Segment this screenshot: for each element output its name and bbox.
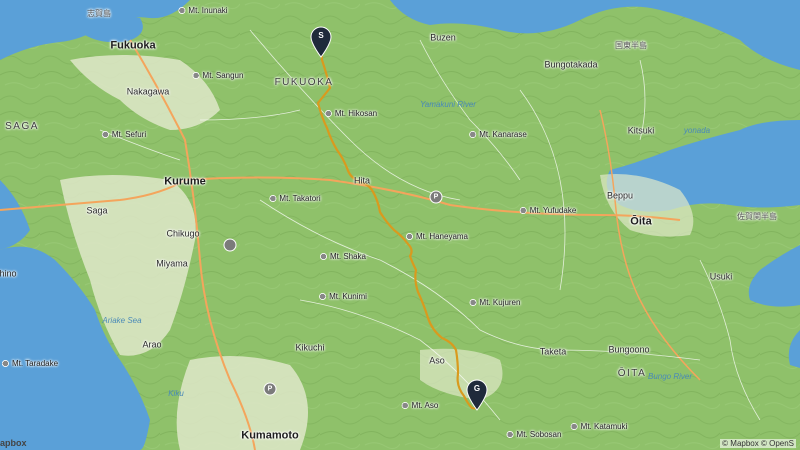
label-hita: Hita [353, 175, 371, 186]
label-mt-takatori: Mt. Takatori [269, 195, 320, 203]
label-beppu: Beppu [606, 190, 634, 201]
label-mt-aso: Mt. Aso [402, 402, 439, 410]
goal-marker-icon[interactable]: G [465, 379, 489, 411]
label-mt-kanarase: Mt. Kanarase [469, 131, 527, 139]
label-mt-hikosan: Mt. Hikosan [325, 110, 377, 118]
label-jp-saganoseki: 佐賀関半島 [737, 212, 777, 221]
label-mt-sefuri: Mt. Sefuri [102, 131, 146, 139]
label-yonada: yonada [683, 126, 711, 135]
label-nakagawa: Nakagawa [126, 86, 170, 97]
label-oita-pref: ŌITA [617, 368, 647, 379]
label-kikuchi: Kikuchi [295, 342, 325, 353]
label-aso: Aso [429, 355, 445, 366]
label-mt-kujuren: Mt. Kujuren [470, 299, 521, 307]
map-base-layer [0, 0, 800, 450]
label-bungotakada: Bungotakada [544, 59, 598, 70]
parking-poi-icon[interactable]: P [429, 190, 443, 204]
label-miyama: Miyama [156, 258, 188, 269]
label-mt-tara: Mt. Taradake [2, 360, 58, 368]
label-chikugo: Chikugo [166, 228, 200, 239]
mapbox-logo[interactable]: apbox [0, 438, 27, 448]
label-mt-shaka: Mt. Shaka [320, 253, 366, 261]
label-mt-kunimi: Mt. Kunimi [319, 293, 367, 301]
label-mt-katamuki: Mt. Katamuki [571, 423, 628, 431]
label-kumamoto: Kumamoto [241, 429, 299, 442]
parking-poi-icon[interactable]: P [263, 382, 277, 396]
label-ariake-sea: Ariake Sea [102, 316, 142, 325]
label-mt-sangun: Mt. Sangun [193, 72, 244, 80]
label-usuki: Usuki [709, 271, 733, 282]
label-fukuoka: Fukuoka [110, 39, 156, 52]
start-marker-icon[interactable]: S [309, 26, 333, 58]
label-mt-yufudake: Mt. Yufudake [520, 207, 577, 215]
label-kiku: Kiku [168, 389, 184, 398]
goal-marker-label: G [473, 384, 481, 393]
label-mt-haneyama: Mt. Haneyama [406, 233, 468, 241]
label-bungo-river: Bungo River [647, 372, 693, 381]
label-kitsuki: Kitsuki [627, 125, 655, 136]
label-saga-city: Saga [86, 205, 108, 216]
label-buzen: Buzen [430, 32, 456, 43]
map-attribution[interactable]: © Mapbox © OpenS [720, 439, 796, 448]
label-mt-sobosan: Mt. Sobosan [507, 431, 562, 439]
label-jp-shikanoshima: 志賀島 [87, 9, 111, 18]
label-fukuoka-pref: FUKUOKA [274, 77, 334, 88]
label-mt-inunaki: Mt. Inunaki [178, 7, 227, 15]
label-bungoono: Bungoono [608, 344, 650, 355]
label-jp-kunisaki: 国東半島 [615, 41, 647, 50]
label-oita: Ōita [630, 215, 652, 228]
poi-dot-icon [223, 238, 237, 252]
label-kurume: Kurume [164, 175, 206, 188]
label-hino: hino [0, 268, 17, 279]
label-yamakuni-river: Yamakuni River [420, 100, 476, 109]
label-arao: Arao [142, 339, 162, 350]
label-saga-pref: SAGA [5, 121, 39, 132]
start-marker-label: S [318, 31, 324, 40]
map-canvas[interactable]: Fukuoka Nakagawa Kurume Saga Chikugo Miy… [0, 0, 800, 450]
label-taketa: Taketa [539, 346, 567, 357]
